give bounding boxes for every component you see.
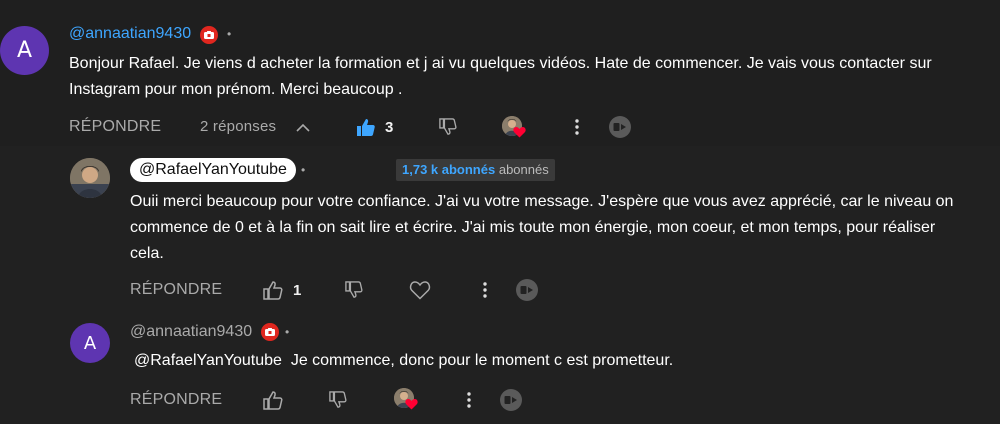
like-icon[interactable] — [355, 116, 377, 138]
more-options-icon[interactable] — [462, 390, 476, 410]
like-icon[interactable] — [262, 279, 284, 301]
like-icon[interactable] — [262, 389, 284, 411]
subscriber-count: 1,73 k abonnés abonnés — [396, 159, 555, 181]
dislike-icon[interactable] — [438, 117, 458, 137]
comment-author[interactable]: @annaatian9430 — [69, 24, 191, 44]
creator-heart-icon — [502, 116, 528, 140]
youtube-member-badge-icon — [200, 26, 218, 44]
translate-icon[interactable] — [500, 389, 522, 411]
dislike-icon[interactable] — [328, 390, 348, 410]
separator-dot: • — [301, 163, 306, 177]
more-options-icon[interactable] — [570, 117, 584, 137]
heart-icon[interactable] — [408, 279, 432, 301]
avatar[interactable] — [70, 158, 110, 198]
comment-author[interactable]: @RafaelYanYoutube — [130, 158, 296, 182]
translate-icon[interactable] — [609, 116, 631, 138]
avatar[interactable]: A — [0, 26, 49, 75]
separator-dot: • — [285, 325, 290, 339]
creator-heart-icon — [394, 388, 420, 412]
comment-author[interactable]: @annaatian9430 — [130, 322, 252, 342]
replies-toggle[interactable]: 2 réponses — [200, 117, 276, 137]
like-count: 1 — [293, 282, 302, 299]
separator-dot: • — [227, 27, 232, 41]
chevron-up-icon[interactable] — [294, 118, 312, 136]
mention-link[interactable]: @RafaelYanYoutube — [134, 352, 282, 369]
translate-icon[interactable] — [516, 279, 538, 301]
reply-button[interactable]: RÉPONDRE — [130, 390, 222, 410]
like-count: 3 — [385, 119, 394, 136]
reply-button[interactable]: RÉPONDRE — [69, 117, 161, 137]
reply-text: Ouii merci beaucoup pour votre confiance… — [130, 193, 954, 262]
more-options-icon[interactable] — [478, 280, 492, 300]
avatar[interactable]: A — [70, 323, 110, 363]
comment-text: Bonjour Rafael. Je viens d acheter la fo… — [69, 55, 932, 98]
reply-button[interactable]: RÉPONDRE — [130, 280, 222, 300]
youtube-member-badge-icon — [261, 323, 279, 341]
reply-text: @RafaelYanYoutube Je commence, donc pour… — [134, 352, 674, 369]
dislike-icon[interactable] — [344, 280, 364, 300]
